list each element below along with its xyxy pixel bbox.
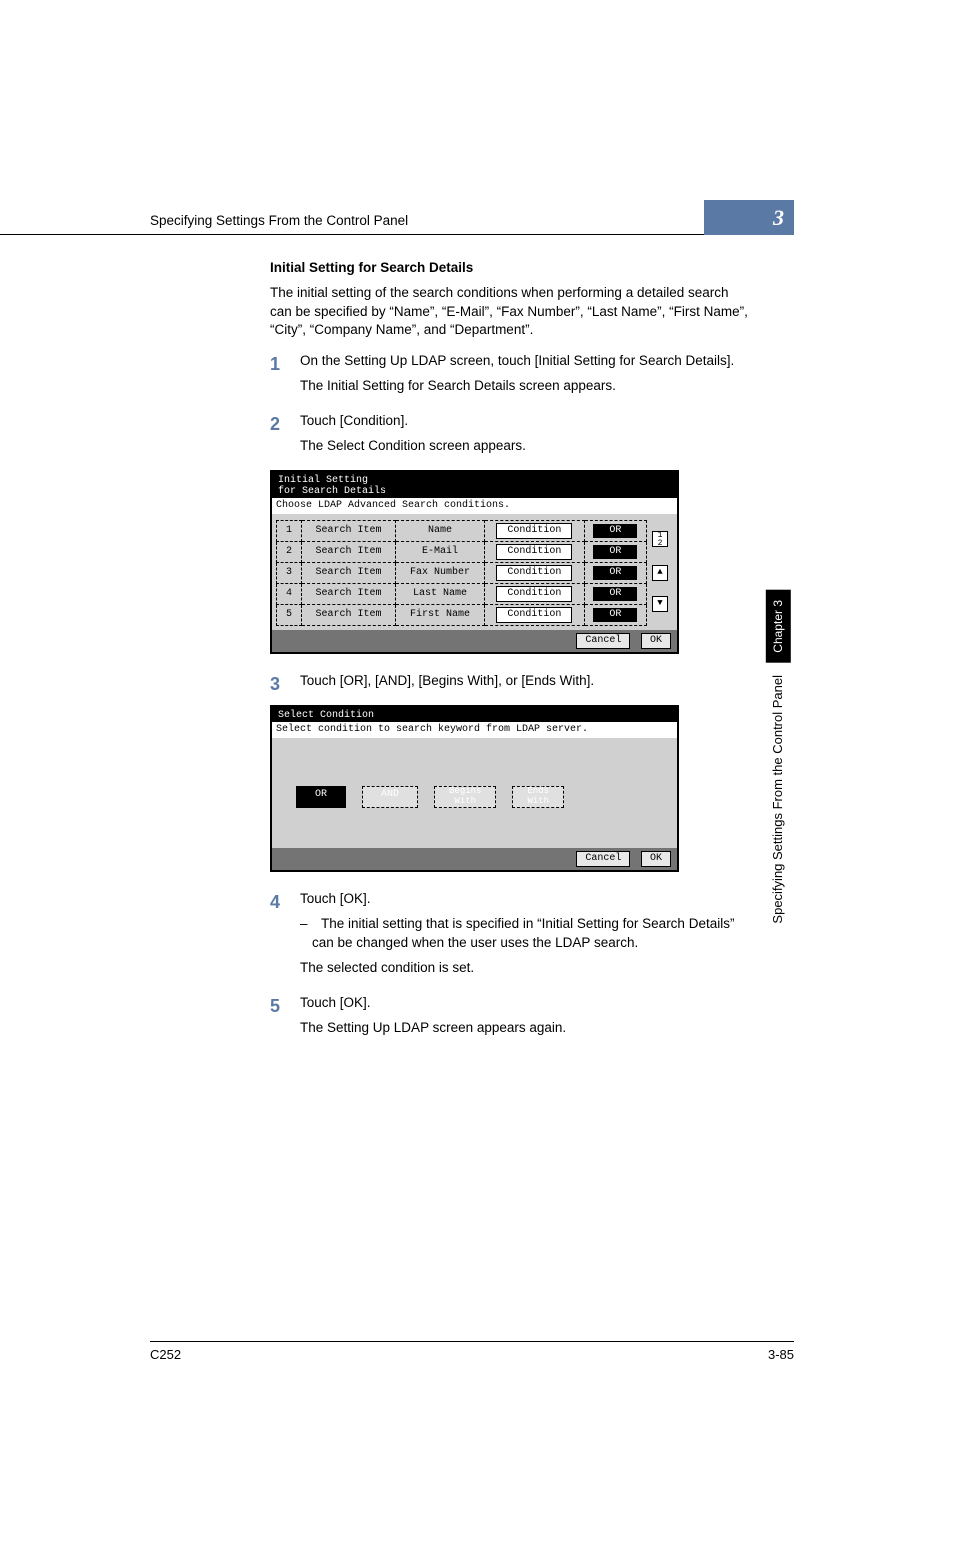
row-num: 4 — [277, 583, 302, 604]
row-label: Search Item — [302, 583, 396, 604]
row-label: Search Item — [302, 541, 396, 562]
screenshot-initial-setting: Initial Setting for Search Details Choos… — [270, 470, 679, 654]
step-result: The selected condition is set. — [300, 959, 750, 978]
row-label: Search Item — [302, 604, 396, 625]
step-4: 4 Touch [OK]. – The initial setting that… — [270, 890, 750, 984]
cancel-button[interactable]: Cancel — [576, 851, 630, 867]
step-number: 1 — [270, 352, 300, 377]
ok-button[interactable]: OK — [641, 851, 671, 867]
condition-button[interactable]: Condition — [485, 562, 585, 583]
main-content: Initial Setting for Search Details The i… — [270, 259, 750, 1044]
or-value: OR — [584, 562, 646, 583]
option-or-button[interactable]: OR — [296, 786, 346, 808]
table-row: 5 Search Item First Name Condition OR — [277, 604, 674, 625]
step-text: Touch [OR], [AND], [Begins With], or [En… — [300, 672, 750, 691]
side-tab: Chapter 3 Specifying Settings From the C… — [729, 590, 828, 935]
row-label: Search Item — [302, 562, 396, 583]
row-value: Fax Number — [396, 562, 485, 583]
step-note: – The initial setting that is specified … — [300, 915, 750, 953]
step-text: Touch [OK]. — [300, 994, 750, 1013]
page-footer: C252 3-85 — [150, 1341, 794, 1364]
step-number: 4 — [270, 890, 300, 915]
condition-button[interactable]: Condition — [485, 541, 585, 562]
footer-model: C252 — [150, 1346, 181, 1364]
step-1: 1 On the Setting Up LDAP screen, touch [… — [270, 352, 750, 402]
panel-title-line1: Initial Setting — [278, 475, 368, 486]
or-value: OR — [584, 520, 646, 541]
row-num: 1 — [277, 520, 302, 541]
step-text: Touch [OK]. — [300, 890, 750, 909]
step-3: 3 Touch [OR], [AND], [Begins With], or [… — [270, 672, 750, 697]
step-number: 2 — [270, 412, 300, 437]
or-value: OR — [584, 583, 646, 604]
side-chapter-label: Chapter 3 — [766, 590, 791, 663]
table-row: 2 Search Item E-Mail Condition OR — [277, 541, 674, 562]
or-value: OR — [584, 604, 646, 625]
footer-page-number: 3-85 — [768, 1346, 794, 1364]
condition-button[interactable]: Condition — [485, 520, 585, 541]
step-2: 2 Touch [Condition]. The Select Conditio… — [270, 412, 750, 462]
panel-subtitle: Choose LDAP Advanced Search conditions. — [272, 498, 677, 514]
scroll-indicator: 12 — [652, 531, 668, 547]
ok-button[interactable]: OK — [641, 633, 671, 649]
step-number: 3 — [270, 672, 300, 697]
chapter-number: 3 — [704, 200, 794, 235]
table-row: 4 Search Item Last Name Condition OR ▼ — [277, 583, 674, 604]
panel-title: Initial Setting for Search Details — [272, 472, 677, 498]
table-row: 3 Search Item Fax Number Condition OR ▲ — [277, 562, 674, 583]
row-value: Name — [396, 520, 485, 541]
option-and-button[interactable]: AND — [362, 786, 418, 808]
option-begins-with-button[interactable]: Begins With — [434, 786, 496, 808]
panel-footer: Cancel OK — [272, 630, 677, 652]
row-num: 5 — [277, 604, 302, 625]
row-value: E-Mail — [396, 541, 485, 562]
conditions-table: 1 Search Item Name Condition OR 12 2 Sea… — [276, 520, 673, 626]
section-heading: Initial Setting for Search Details — [270, 259, 750, 278]
panel-footer: Cancel OK — [272, 848, 677, 870]
step-result: The Initial Setting for Search Details s… — [300, 377, 750, 396]
scroll-down-button[interactable]: ▼ — [652, 596, 668, 612]
option-ends-with-button[interactable]: Ends With — [512, 786, 564, 808]
panel-title-line2: for Search Details — [278, 486, 386, 497]
row-value: Last Name — [396, 583, 485, 604]
step-result: The Select Condition screen appears. — [300, 437, 750, 456]
step-text: Touch [Condition]. — [300, 412, 750, 431]
table-row: 1 Search Item Name Condition OR 12 — [277, 520, 674, 541]
row-value: First Name — [396, 604, 485, 625]
row-num: 3 — [277, 562, 302, 583]
step-text: On the Setting Up LDAP screen, touch [In… — [300, 352, 750, 371]
cancel-button[interactable]: Cancel — [576, 633, 630, 649]
side-section-label: Specifying Settings From the Control Pan… — [765, 663, 791, 936]
row-label: Search Item — [302, 520, 396, 541]
step-number: 5 — [270, 994, 300, 1019]
scroll-up-button[interactable]: ▲ — [652, 565, 668, 581]
page-header: Specifying Settings From the Control Pan… — [0, 200, 794, 235]
row-num: 2 — [277, 541, 302, 562]
step-result: The Setting Up LDAP screen appears again… — [300, 1019, 750, 1038]
panel-title: Select Condition — [272, 707, 677, 722]
screenshot-select-condition: Select Condition Select condition to sea… — [270, 705, 679, 872]
condition-button[interactable]: Condition — [485, 604, 585, 625]
intro-paragraph: The initial setting of the search condit… — [270, 284, 750, 341]
step-5: 5 Touch [OK]. The Setting Up LDAP screen… — [270, 994, 750, 1044]
or-value: OR — [584, 541, 646, 562]
panel-subtitle: Select condition to search keyword from … — [272, 722, 677, 738]
condition-button[interactable]: Condition — [485, 583, 585, 604]
running-title: Specifying Settings From the Control Pan… — [0, 212, 704, 231]
